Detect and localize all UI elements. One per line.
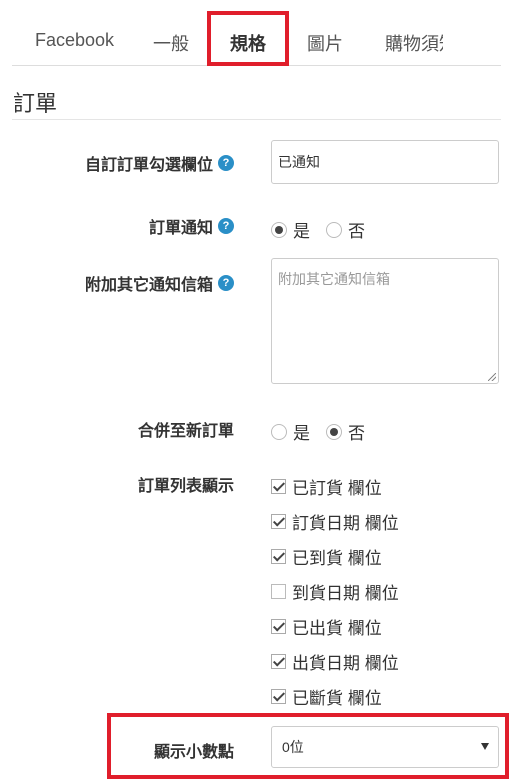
order-notify-radio-group: 是 否 <box>271 217 381 242</box>
ordered-column-label: 已訂貨 欄位 <box>292 479 382 498</box>
list-item: 訂貨日期 欄位 <box>271 509 399 534</box>
help-icon[interactable]: ? <box>218 275 234 291</box>
merge-order-no-label: 否 <box>348 424 365 443</box>
order-date-column-label: 訂貨日期 欄位 <box>292 514 399 533</box>
custom-checkbox-field-input[interactable]: 已通知 <box>271 140 499 184</box>
merge-order-yes-label: 是 <box>293 424 310 443</box>
out-of-stock-column-checkbox[interactable] <box>271 689 286 704</box>
help-icon[interactable]: ? <box>218 218 234 234</box>
order-date-column-checkbox[interactable] <box>271 514 286 529</box>
tab-bar: Facebook 一般 規格 圖片 購物須知 <box>0 0 509 66</box>
extra-email-placeholder: 附加其它通知信箱 <box>278 271 390 287</box>
tab-images[interactable]: 圖片 <box>307 30 343 56</box>
merge-order-radio-group: 是 否 <box>271 419 381 444</box>
ship-date-column-label: 出貨日期 欄位 <box>292 654 399 673</box>
arrived-column-label: 已到貨 欄位 <box>292 549 382 568</box>
shipped-column-label: 已出貨 欄位 <box>292 619 382 638</box>
order-notify-no-label: 否 <box>348 222 365 241</box>
ship-date-column-checkbox[interactable] <box>271 654 286 669</box>
decimal-display-label: 顯示小數點 <box>153 744 234 761</box>
decimal-places-value: 0位 <box>282 739 304 755</box>
merge-order-label: 合併至新訂單 <box>137 423 234 440</box>
extra-email-label: 附加其它通知信箱 ? <box>85 271 234 295</box>
list-item: 出貨日期 欄位 <box>271 649 399 674</box>
list-item: 已訂貨 欄位 <box>271 474 382 499</box>
section-title: 訂單 <box>13 91 58 116</box>
extra-email-textarea[interactable]: 附加其它通知信箱 <box>271 258 499 384</box>
list-item: 已出貨 欄位 <box>271 614 382 639</box>
merge-order-yes-radio[interactable] <box>271 423 287 440</box>
dropdown-caret-icon <box>481 743 489 750</box>
arrival-date-column-label: 到貨日期 欄位 <box>292 584 399 603</box>
arrived-column-checkbox[interactable] <box>271 549 286 564</box>
ordered-column-checkbox[interactable] <box>271 479 286 494</box>
custom-checkbox-field-label: 自訂訂單勾選欄位 ? <box>85 151 234 175</box>
tab-spec[interactable]: 規格 <box>230 30 266 56</box>
section-divider <box>12 119 501 120</box>
merge-order-no-radio[interactable] <box>326 423 342 440</box>
list-item: 已到貨 欄位 <box>271 544 382 569</box>
order-notify-yes-label: 是 <box>293 222 310 241</box>
order-notify-yes-radio[interactable] <box>271 221 287 238</box>
out-of-stock-column-label: 已斷貨 欄位 <box>292 689 382 708</box>
tab-shopping-notes[interactable]: 購物須知 <box>385 30 443 56</box>
list-item: 已斷貨 欄位 <box>271 684 382 709</box>
tab-divider <box>12 65 501 66</box>
resize-handle-icon[interactable] <box>488 373 496 381</box>
order-notify-label: 訂單通知 ? <box>149 214 234 238</box>
shipped-column-checkbox[interactable] <box>271 619 286 634</box>
help-icon[interactable]: ? <box>218 155 234 171</box>
decimal-places-select[interactable]: 0位 <box>271 726 499 768</box>
tab-facebook[interactable]: Facebook <box>35 30 114 51</box>
arrival-date-column-checkbox[interactable] <box>271 584 286 599</box>
order-list-display-label: 訂單列表顯示 <box>137 478 234 495</box>
list-item: 到貨日期 欄位 <box>271 579 399 604</box>
order-notify-no-radio[interactable] <box>326 221 342 238</box>
tab-general[interactable]: 一般 <box>153 30 189 56</box>
